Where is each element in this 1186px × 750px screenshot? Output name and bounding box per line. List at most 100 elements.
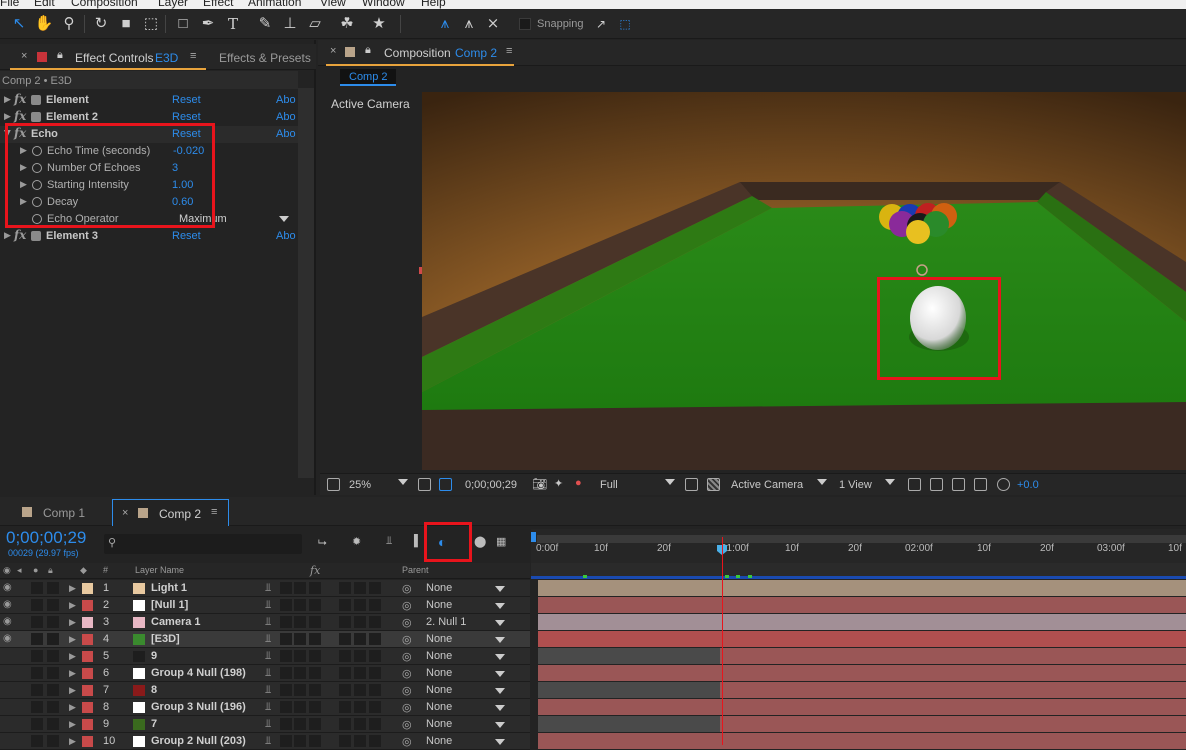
- type-tool-icon[interactable]: T: [222, 13, 244, 35]
- pickwhip-icon[interactable]: ◎: [402, 718, 412, 731]
- roto-brush-tool-icon[interactable]: ☘: [336, 13, 358, 35]
- expand-triangle-icon[interactable]: ▶: [69, 651, 76, 662]
- lock-switch[interactable]: [47, 684, 59, 696]
- snapping-checkbox[interactable]: [519, 18, 531, 30]
- close-icon[interactable]: ×: [21, 50, 27, 62]
- adjustment-switch[interactable]: [354, 667, 366, 679]
- quality-switch[interactable]: [280, 582, 292, 594]
- layer-row[interactable]: ◉ ▶ 3 Camera 1 ⫫ ◎ 2. Null 1: [0, 614, 530, 631]
- about-link[interactable]: Abo: [276, 128, 296, 140]
- tab-comp-1[interactable]: Comp 1: [43, 506, 85, 520]
- shy-switch-icon[interactable]: ⫫: [265, 701, 271, 714]
- solo-switch[interactable]: [31, 599, 43, 611]
- layer-name[interactable]: [Null 1]: [151, 599, 188, 611]
- pickwhip-icon[interactable]: ◎: [402, 684, 412, 697]
- adjustment-switch[interactable]: [354, 701, 366, 713]
- flowchart-icon[interactable]: [974, 478, 987, 491]
- adjustment-switch[interactable]: [354, 633, 366, 645]
- fx-switch[interactable]: [309, 684, 321, 696]
- eye-icon[interactable]: ◉: [3, 616, 12, 627]
- eye-icon[interactable]: ◉: [3, 565, 11, 576]
- close-icon[interactable]: ×: [122, 507, 128, 519]
- parent-column-header[interactable]: Parent: [402, 565, 429, 575]
- layer-duration-bar[interactable]: [538, 597, 1186, 613]
- fx-column-header[interactable]: fx: [310, 564, 320, 577]
- parent-dropdown[interactable]: None: [426, 684, 452, 696]
- parent-dropdown[interactable]: None: [426, 718, 452, 730]
- chevron-down-icon[interactable]: [495, 654, 505, 660]
- layer-name-column-header[interactable]: Layer Name: [135, 565, 184, 575]
- layer-duration-bar[interactable]: [538, 580, 1186, 596]
- motion-blur-switch[interactable]: [339, 650, 351, 662]
- view-axis-icon[interactable]: ⨯: [482, 13, 504, 35]
- quality-switch[interactable]: [280, 650, 292, 662]
- chevron-down-icon[interactable]: [495, 637, 505, 643]
- layer-row[interactable]: ◉ ▶ 4 [E3D] ⫫ ◎ None: [0, 631, 530, 648]
- chevron-down-icon[interactable]: [495, 671, 505, 677]
- pan-behind-tool-icon[interactable]: ⬚: [140, 13, 162, 35]
- expand-triangle-icon[interactable]: ▶: [69, 736, 76, 747]
- shy-switch-icon[interactable]: ⫫: [265, 735, 271, 748]
- world-axis-icon[interactable]: ⩚: [458, 13, 480, 35]
- shy-switch-icon[interactable]: ⫫: [265, 718, 271, 731]
- scrollbar[interactable]: [298, 88, 314, 478]
- camera-view-dropdown[interactable]: Active Camera: [731, 479, 803, 491]
- channel-icon[interactable]: ●: [575, 477, 582, 489]
- layer-row[interactable]: ◉ ▶ 2 [Null 1] ⫫ ◎ None: [0, 597, 530, 614]
- eye-icon[interactable]: ◉: [3, 599, 12, 610]
- layer-duration-bar[interactable]: [538, 648, 1186, 664]
- motion-blur-switch[interactable]: [339, 667, 351, 679]
- eye-icon[interactable]: ◉: [3, 633, 12, 644]
- fx-switch[interactable]: [309, 735, 321, 747]
- parent-dropdown[interactable]: None: [426, 701, 452, 713]
- shy-switch-icon[interactable]: ⫫: [265, 582, 271, 595]
- panel-menu-icon[interactable]: ≡: [211, 506, 217, 518]
- shy-switch-icon[interactable]: ⫫: [265, 650, 271, 663]
- show-snapshot-icon[interactable]: ✦: [554, 477, 563, 490]
- eye-icon[interactable]: ◉: [3, 582, 12, 593]
- expand-triangle-icon[interactable]: ▶: [69, 668, 76, 679]
- solo-switch[interactable]: [31, 582, 43, 594]
- expand-triangle-icon[interactable]: ▶: [69, 634, 76, 645]
- pen-tool-icon[interactable]: ✒: [197, 13, 219, 35]
- adjustment-switch[interactable]: [354, 718, 366, 730]
- motion-blur-switch[interactable]: [339, 684, 351, 696]
- expand-triangle-icon[interactable]: ▶: [69, 719, 76, 730]
- layer-name[interactable]: 7: [151, 718, 157, 730]
- about-link[interactable]: Abo: [276, 94, 296, 106]
- 3d-layer-switch[interactable]: [369, 616, 381, 628]
- local-axis-icon[interactable]: ⩚: [434, 13, 456, 35]
- parent-dropdown[interactable]: None: [426, 582, 452, 594]
- chevron-down-icon[interactable]: [495, 739, 505, 745]
- label-color-swatch[interactable]: [82, 634, 93, 645]
- chevron-down-icon[interactable]: [885, 479, 895, 485]
- adjustment-switch[interactable]: [354, 684, 366, 696]
- comp-mini-flowchart-icon[interactable]: ⮡: [318, 537, 327, 550]
- number-column-header[interactable]: #: [103, 565, 108, 575]
- fx-icon[interactable]: fx: [14, 92, 26, 106]
- label-color-swatch[interactable]: [82, 617, 93, 628]
- motion-blur-switch[interactable]: [339, 633, 351, 645]
- solo-icon[interactable]: ●: [33, 565, 38, 575]
- pickwhip-icon[interactable]: ◎: [402, 582, 412, 595]
- effect-controls-tab-title[interactable]: Effect Controls: [75, 51, 153, 65]
- expand-triangle-icon[interactable]: ▶: [69, 617, 76, 628]
- rotate-tool-icon[interactable]: ↻: [90, 13, 112, 35]
- collapse-switch[interactable]: [294, 599, 306, 611]
- close-icon[interactable]: ×: [330, 45, 336, 57]
- 3d-layer-switch[interactable]: [369, 684, 381, 696]
- collapse-switch[interactable]: [294, 616, 306, 628]
- collapse-switch[interactable]: [294, 684, 306, 696]
- timeline-timecode[interactable]: 0;00;00;29: [6, 528, 86, 548]
- lock-icon[interactable]: 🔒︎: [57, 49, 63, 62]
- quality-switch[interactable]: [280, 616, 292, 628]
- solo-switch[interactable]: [31, 616, 43, 628]
- work-area-bar[interactable]: [537, 535, 1186, 543]
- reset-link[interactable]: Reset: [172, 230, 201, 242]
- toggle-pixel-aspect-icon[interactable]: [908, 478, 921, 491]
- frame-blending-icon[interactable]: ▐: [410, 535, 418, 547]
- layer-row[interactable]: ▶ 9 7 ⫫ ◎ None: [0, 716, 530, 733]
- shy-layers-icon[interactable]: ⫫: [386, 535, 392, 548]
- menu-view[interactable]: View: [320, 0, 346, 9]
- quality-switch[interactable]: [280, 735, 292, 747]
